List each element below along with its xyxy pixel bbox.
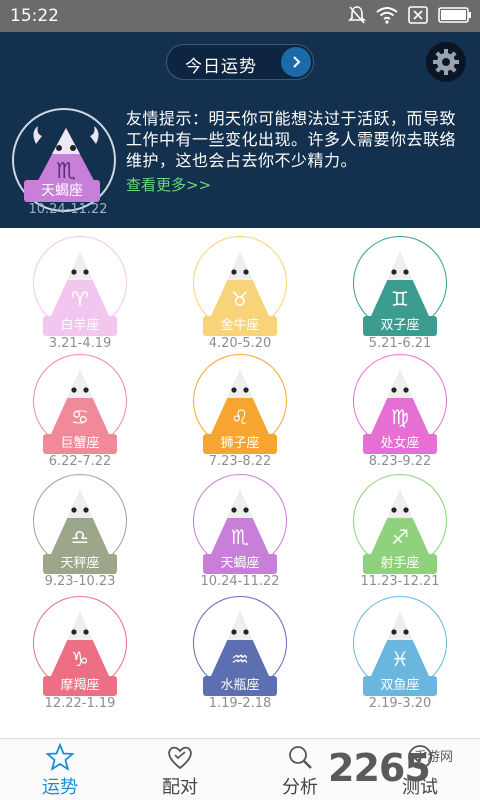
- watermark-site-name: 手游网: [414, 750, 454, 765]
- featured-sign-dates: 10.24-11.22: [28, 202, 108, 217]
- zodiac-sign-name: 狮子座: [203, 434, 277, 454]
- svg-text:♋: ♋: [71, 405, 89, 429]
- wifi-icon: [376, 7, 398, 24]
- zodiac-sign-dates: 11.23-12.21: [360, 574, 440, 589]
- zodiac-sign-cell[interactable]: ♎ 天秤座 9.23-10.23: [25, 472, 135, 592]
- today-fortune-button[interactable]: 今日运势: [166, 44, 314, 80]
- zodiac-sign-name: 双鱼座: [363, 676, 437, 696]
- svg-text:♎: ♎: [71, 525, 89, 549]
- zodiac-sign-dates: 9.23-10.23: [44, 574, 116, 589]
- zodiac-sign-cell[interactable]: ♌ 狮子座 7.23-8.22: [185, 352, 295, 472]
- tab-fortune-label: 运势: [42, 777, 78, 798]
- zodiac-sign-name: 射手座: [363, 554, 437, 574]
- view-more-link[interactable]: 查看更多>>: [126, 174, 211, 195]
- zodiac-sign-dates: 7.23-8.22: [208, 454, 272, 469]
- featured-sign-name: 天蝎座: [24, 180, 100, 202]
- zodiac-sign-cell[interactable]: ♍ 处女座 8.23-9.22: [345, 352, 455, 472]
- zodiac-sign-cell[interactable]: ♈ 白羊座 3.21-4.19: [25, 234, 135, 354]
- zodiac-sign-name: 天蝎座: [203, 554, 277, 574]
- chevron-right-icon: [281, 47, 311, 77]
- notifications-off-icon: [348, 6, 366, 24]
- status-icons: [348, 5, 472, 25]
- svg-text:♏: ♏: [231, 525, 249, 549]
- zodiac-sign-dates: 2.19-3.20: [368, 696, 432, 711]
- zodiac-grid: ♈ 白羊座 3.21-4.19 ♉ 金牛座 4.20-5.20 ♊ 双子座 5.21-6.21 ♋…: [0, 228, 480, 738]
- gear-icon: [433, 49, 459, 75]
- zodiac-sign-cell[interactable]: ♊ 双子座 5.21-6.21: [345, 234, 455, 354]
- zodiac-sign-name: 金牛座: [203, 316, 277, 336]
- status-time: 15:22: [10, 6, 59, 26]
- svg-text:♑: ♑: [71, 647, 89, 671]
- zodiac-sign-dates: 5.21-6.21: [368, 336, 432, 351]
- svg-text:♉: ♉: [231, 287, 249, 311]
- zodiac-sign-cell[interactable]: ♉ 金牛座 4.20-5.20: [185, 234, 295, 354]
- sim-none-icon: [408, 6, 428, 24]
- battery-icon: [438, 7, 471, 23]
- svg-text:♍: ♍: [391, 405, 409, 429]
- tab-fortune[interactable]: 运势: [10, 739, 110, 800]
- zodiac-sign-name: 双子座: [363, 316, 437, 336]
- zodiac-sign-dates: 6.22-7.22: [48, 454, 112, 469]
- zodiac-sign-name: 天秤座: [43, 554, 117, 574]
- svg-text:♊: ♊: [391, 287, 409, 311]
- zodiac-sign-name: 摩羯座: [43, 676, 117, 696]
- status-bar: 15:22: [0, 0, 480, 32]
- star-icon: [46, 743, 74, 771]
- tab-match[interactable]: 配对: [130, 739, 230, 800]
- svg-text:♌: ♌: [231, 405, 249, 429]
- zodiac-sign-dates: 12.22-1.19: [44, 696, 116, 711]
- svg-text:♒: ♒: [231, 647, 249, 671]
- svg-text:♓: ♓: [391, 647, 409, 671]
- zodiac-sign-cell[interactable]: ♏ 天蝎座 10.24-11.22: [185, 472, 295, 592]
- zodiac-sign-cell[interactable]: ♓ 双鱼座 2.19-3.20: [345, 594, 455, 714]
- zodiac-sign-name: 水瓶座: [203, 676, 277, 696]
- svg-text:♈: ♈: [71, 287, 89, 311]
- zodiac-sign-name: 处女座: [363, 434, 437, 454]
- svg-text:♐: ♐: [391, 525, 409, 549]
- today-fortune-label: 今日运势: [185, 57, 257, 77]
- tab-match-label: 配对: [162, 777, 198, 798]
- zodiac-sign-cell[interactable]: ♑ 摩羯座 12.22-1.19: [25, 594, 135, 714]
- zodiac-sign-dates: 4.20-5.20: [208, 336, 272, 351]
- zodiac-sign-cell[interactable]: ♋ 巨蟹座 6.22-7.22: [25, 352, 135, 472]
- zodiac-sign-cell[interactable]: ♒ 水瓶座 1.19-2.18: [185, 594, 295, 714]
- settings-button[interactable]: [426, 42, 466, 82]
- zodiac-sign-dates: 8.23-9.22: [368, 454, 432, 469]
- zodiac-sign-name: 白羊座: [43, 316, 117, 336]
- zodiac-sign-name: 巨蟹座: [43, 434, 117, 454]
- zodiac-sign-dates: 1.19-2.18: [208, 696, 272, 711]
- zodiac-sign-dates: 10.24-11.22: [200, 574, 280, 589]
- fortune-header: 今日运势 ♏ 天蝎座 10.24-11.22 友情提示：明天你可能想法过于活跃，…: [0, 32, 480, 228]
- zodiac-sign-cell[interactable]: ♐ 射手座 11.23-12.21: [345, 472, 455, 592]
- heart-icon: [168, 746, 192, 770]
- site-watermark: 2265 手游网: [328, 744, 478, 794]
- zodiac-sign-dates: 3.21-4.19: [48, 336, 112, 351]
- fortune-tip: 友情提示：明天你可能想法过于活跃，而导致工作中有一些变化出现。许多人需要你去联络…: [126, 109, 457, 170]
- magnifier-icon: [289, 746, 312, 769]
